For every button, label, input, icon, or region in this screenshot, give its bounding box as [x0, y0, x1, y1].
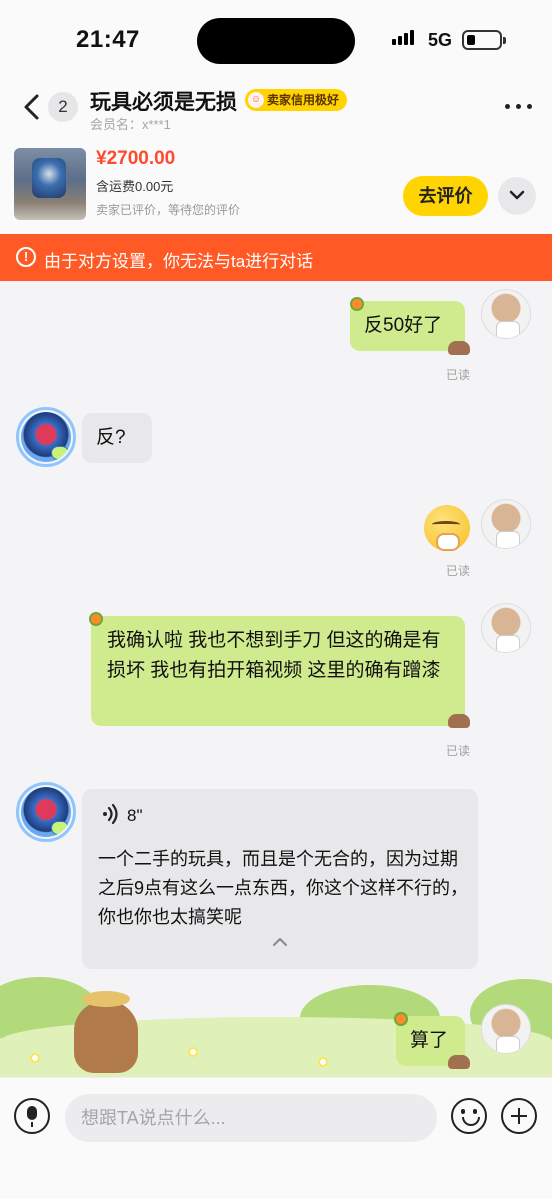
voice-message-bubble[interactable]: 8" 一个二手的玩具，而且是个无合的，因为过期之后9点有这么一点东西，你这个这样…	[82, 789, 478, 969]
more-dots-icon[interactable]	[505, 104, 532, 109]
battery-icon	[462, 30, 506, 50]
evaluation-status: 卖家已评价，等待您的评价	[96, 203, 241, 217]
microphone-icon[interactable]	[14, 1098, 50, 1134]
voice-wave-icon[interactable]	[100, 803, 122, 825]
member-name: 会员名：x***1	[90, 117, 171, 132]
item-shipping: 含运费0.00元	[96, 179, 174, 194]
capybara-icon	[448, 1055, 470, 1069]
expand-button[interactable]	[498, 177, 536, 215]
my-avatar[interactable]	[481, 603, 531, 653]
warning-text: 由于对方设置，你无法与ta进行对话	[44, 252, 314, 271]
message-bubble-mine[interactable]: 反50好了	[350, 301, 465, 351]
input-bar	[0, 1077, 552, 1199]
warning-banner: ! 由于对方设置，你无法与ta进行对话	[0, 234, 552, 281]
chevron-left-icon[interactable]	[20, 92, 44, 122]
credit-badge[interactable]: ☺ 卖家信用极好	[245, 89, 348, 111]
message-text: 算了	[410, 1030, 449, 1051]
chevron-down-icon	[509, 190, 525, 200]
alert-circle-icon: !	[16, 247, 36, 267]
capybara-icon	[448, 714, 470, 728]
read-receipt: 已读	[446, 744, 471, 758]
read-receipt: 已读	[446, 564, 471, 578]
item-thumbnail[interactable]	[14, 148, 86, 220]
sticker-tag-icon	[350, 297, 364, 311]
status-bar: 21:47 5G	[0, 0, 552, 80]
unread-count-badge[interactable]: 2	[48, 92, 78, 122]
message-bubble-theirs[interactable]: 反?	[82, 413, 152, 463]
my-avatar[interactable]	[481, 289, 531, 339]
chat-title: 玩具必须是无损	[90, 91, 237, 114]
emoji-sticker[interactable]	[424, 505, 470, 551]
my-avatar[interactable]	[481, 1004, 531, 1054]
read-receipt: 已读	[446, 368, 471, 382]
message-text: 反50好了	[364, 315, 443, 336]
dynamic-island	[197, 18, 355, 64]
sticker-tag-icon	[394, 1012, 408, 1026]
chat-header: 2 玩具必须是无损 ☺ 卖家信用极好 会员名：x***1	[0, 80, 552, 136]
voice-duration: 8"	[127, 806, 143, 825]
chevron-up-icon[interactable]	[272, 937, 288, 947]
credit-badge-label: 卖家信用极好	[267, 93, 340, 107]
message-text: 我确认啦 我也不想到手刀 但这的确是有损坏 我也有拍开箱视频 这里的确有蹭漆	[107, 630, 441, 681]
chat-area[interactable]: 反50好了 已读 反? 已读 我确认啦 我也不想到手刀 但这的确是有损坏 我也有…	[0, 281, 552, 1077]
status-time: 21:47	[76, 26, 140, 53]
capybara-icon	[448, 341, 470, 355]
message-input[interactable]	[65, 1094, 437, 1142]
item-card[interactable]: ¥2700.00 含运费0.00元 卖家已评价，等待您的评价 去评价	[0, 136, 552, 234]
emoji-icon[interactable]	[451, 1098, 487, 1134]
credit-face-icon: ☺	[248, 92, 264, 108]
capybara-illustration	[74, 991, 138, 1073]
network-label: 5G	[428, 30, 453, 50]
my-avatar[interactable]	[481, 499, 531, 549]
plus-icon[interactable]	[501, 1098, 537, 1134]
signal-icon	[392, 30, 414, 45]
voice-transcript: 一个二手的玩具，而且是个无合的，因为过期之后9点有这么一点东西，你这个这样不行的…	[98, 849, 469, 927]
seller-avatar[interactable]	[21, 787, 71, 837]
sticker-tag-icon	[89, 612, 103, 626]
review-button[interactable]: 去评价	[403, 176, 488, 216]
item-price: ¥2700.00	[96, 148, 176, 169]
message-bubble-mine[interactable]: 我确认啦 我也不想到手刀 但这的确是有损坏 我也有拍开箱视频 这里的确有蹭漆	[91, 616, 465, 726]
seller-avatar[interactable]	[21, 412, 71, 462]
message-text: 反?	[96, 427, 126, 448]
